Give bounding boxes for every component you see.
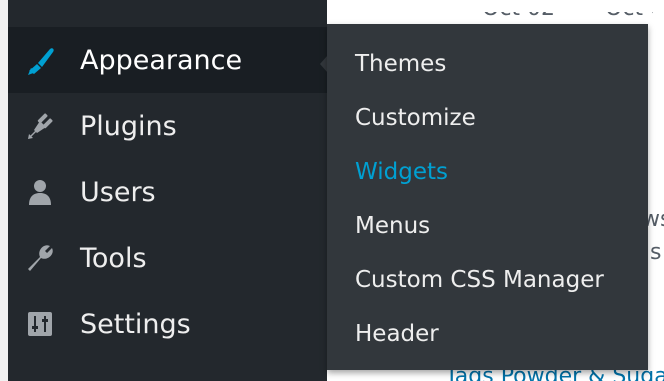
- sidebar-item-users[interactable]: Users: [8, 159, 327, 225]
- user-icon: [22, 174, 58, 210]
- sidebar-item-settings[interactable]: Settings: [8, 291, 327, 357]
- sidebar-item-label: Plugins: [80, 110, 177, 142]
- submenu-item-header[interactable]: Header: [355, 321, 439, 347]
- text-fragment-1: ws: [648, 213, 664, 232]
- admin-sidebar: Appearance Plugins Users Tools Settings: [8, 0, 335, 381]
- sidebar-item-label: Settings: [80, 308, 191, 340]
- appearance-submenu: Themes Customize Widgets Menus Custom CS…: [327, 24, 648, 370]
- submenu-item-customize[interactable]: Customize: [355, 105, 476, 131]
- sidebar-item-label: Appearance: [80, 44, 243, 76]
- sidebar-item-label: Tools: [80, 242, 147, 274]
- submenu-item-widgets[interactable]: Widgets: [355, 159, 448, 185]
- sidebar-item-plugins[interactable]: Plugins: [8, 93, 327, 159]
- plug-icon: [22, 108, 58, 144]
- sidebar-item-label: Users: [80, 176, 156, 208]
- submenu-item-menus[interactable]: Menus: [355, 213, 430, 239]
- sidebar-top-edge: [8, 0, 327, 27]
- sliders-icon: [22, 306, 58, 342]
- sidebar-item-tools[interactable]: Tools: [8, 225, 327, 291]
- submenu-item-custom-css-manager[interactable]: Custom CSS Manager: [355, 267, 604, 293]
- text-fragment-2: s: [650, 246, 662, 265]
- tag-link-fragment[interactable]: Tags Powder & Sugar: [445, 370, 664, 381]
- wrench-icon: [22, 240, 58, 276]
- submenu-item-themes[interactable]: Themes: [355, 51, 446, 77]
- sidebar-item-appearance[interactable]: Appearance: [8, 27, 327, 93]
- brush-icon: [22, 42, 58, 78]
